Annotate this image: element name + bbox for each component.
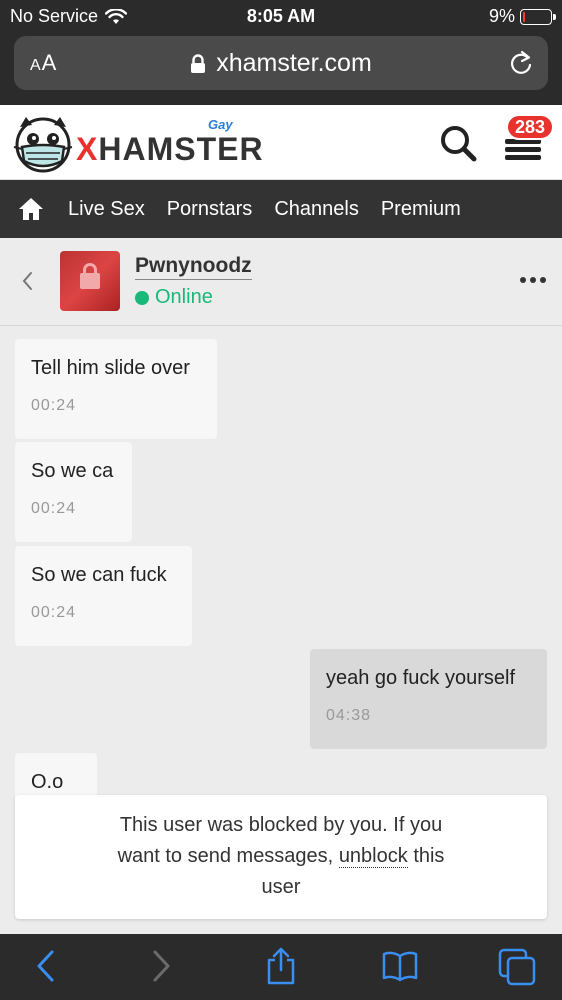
battery-icon	[520, 8, 556, 25]
message-text: So we can fuck	[31, 564, 167, 586]
site-logo[interactable]: XHAMSTER Gay	[12, 113, 263, 173]
browser-toolbar	[0, 934, 562, 1000]
tabs-icon[interactable]	[498, 948, 536, 986]
hamster-mascot-icon	[13, 117, 73, 173]
blocked-line-2-before: want to send messages,	[117, 845, 334, 867]
brand-x: X	[76, 131, 99, 167]
message-text: yeah go fuck yourself	[326, 667, 515, 689]
message-text: So we ca	[31, 460, 114, 482]
chevron-left-icon[interactable]	[20, 270, 34, 292]
nav-item-premium[interactable]: Premium	[381, 198, 461, 221]
online-dot	[135, 290, 149, 305]
battery-group: 9%	[488, 6, 556, 27]
more-dots-icon[interactable]	[520, 277, 546, 283]
url-text: xhamster.com	[216, 49, 372, 77]
online-label: Online	[155, 286, 213, 308]
main-nav: Live Sex Pornstars Channels Premium	[0, 180, 562, 238]
status-bar: No Service 8:05 AM 9%	[0, 6, 562, 28]
online-status: Online	[135, 286, 213, 309]
message-bubble-incoming: So we ca 00:24	[15, 442, 132, 542]
bookmarks-icon[interactable]	[382, 950, 418, 982]
back-icon[interactable]	[34, 948, 56, 984]
browser-chrome: No Service 8:05 AM 9% AA xhamster.com	[0, 0, 562, 105]
blocked-line-3: user	[261, 876, 301, 898]
clock: 8:05 AM	[246, 6, 316, 26]
message-bubble-incoming: Tell him slide over 00:24	[15, 339, 217, 439]
address-bar[interactable]: AA xhamster.com	[14, 36, 548, 90]
chat-header: Pwnynoodz Online	[0, 238, 562, 326]
message-time: 00:24	[31, 397, 77, 414]
notification-badge[interactable]: 283	[506, 114, 554, 140]
nav-item-channels[interactable]: Channels	[274, 198, 359, 221]
message-text: O.o	[31, 771, 64, 793]
message-time: 00:24	[31, 604, 77, 621]
message-bubble-outgoing: yeah go fuck yourself 04:38	[310, 649, 547, 749]
nav-item-live-sex[interactable]: Live Sex	[68, 198, 145, 221]
battery-fill	[523, 11, 525, 22]
site-header: XHAMSTER Gay	[0, 105, 562, 180]
url-display[interactable]: xhamster.com	[14, 49, 548, 78]
brand-tag: Gay	[208, 117, 233, 132]
chat-username[interactable]: Pwnynoodz	[135, 254, 252, 280]
message-text: Tell him slide over	[31, 357, 190, 379]
forward-icon[interactable]	[151, 948, 173, 984]
blocked-notice: This user was blocked by you. If you wan…	[15, 795, 547, 919]
search-icon[interactable]	[438, 123, 478, 163]
lock-icon	[191, 53, 206, 73]
battery-percent: 9%	[488, 6, 515, 26]
brand-name: XHAMSTER	[76, 131, 264, 168]
blocked-line-2-after: this	[413, 845, 445, 867]
share-icon[interactable]	[265, 946, 297, 986]
home-icon[interactable]	[18, 197, 44, 221]
unblock-link[interactable]: unblock	[338, 845, 408, 868]
reload-icon[interactable]	[508, 49, 534, 77]
message-time: 00:24	[31, 500, 77, 517]
blocked-line-1: This user was blocked by you. If you	[119, 814, 443, 836]
message-time: 04:38	[326, 707, 372, 724]
brand-rest: HAMSTER	[98, 131, 264, 167]
message-bubble-incoming: So we can fuck 00:24	[15, 546, 192, 646]
nav-item-pornstars[interactable]: Pornstars	[167, 198, 253, 221]
blocked-line-2: want to send messages, unblock this	[15, 841, 547, 872]
avatar[interactable]	[60, 251, 120, 311]
